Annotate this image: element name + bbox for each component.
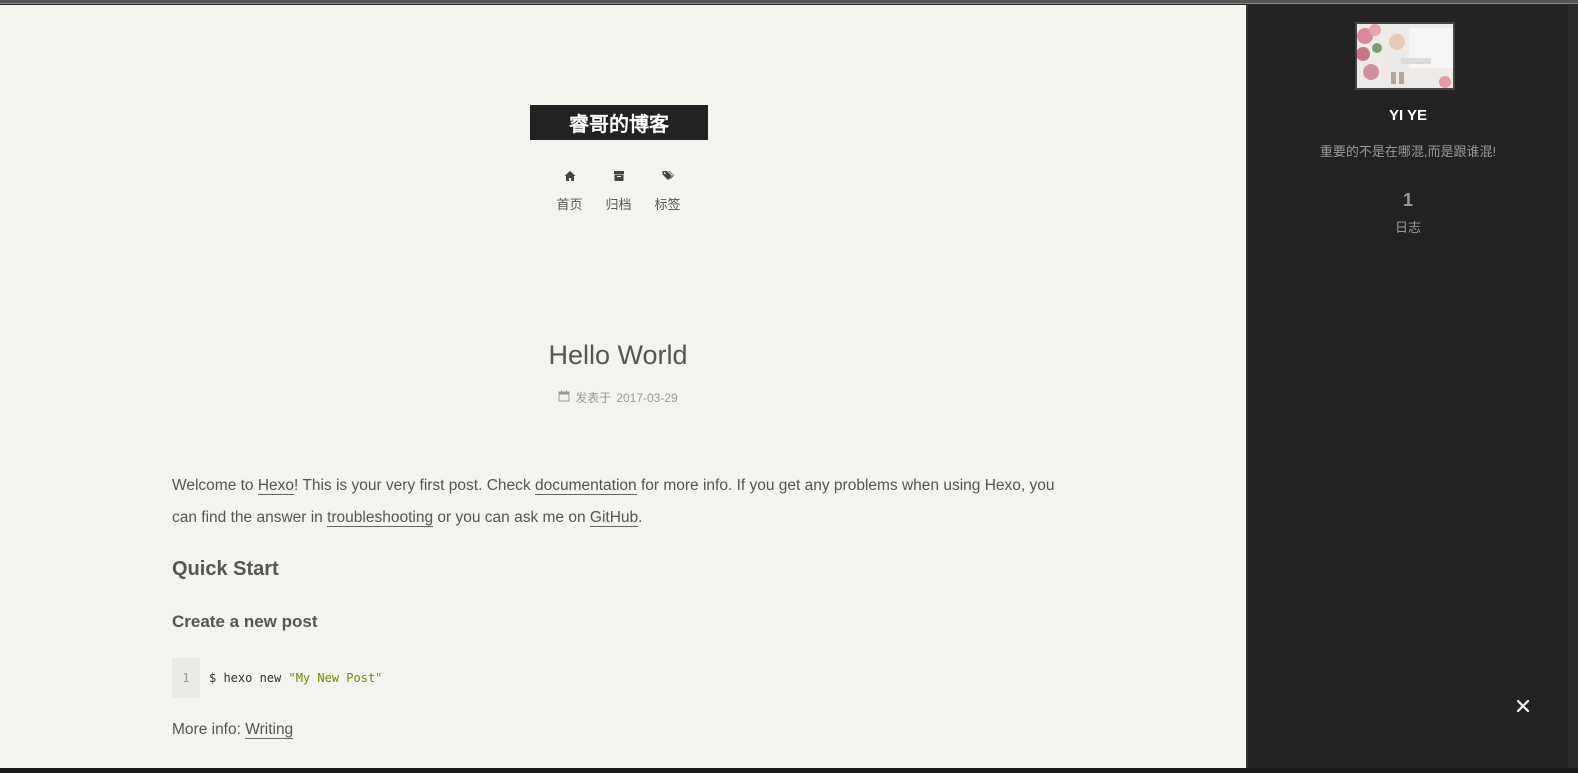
window-top-border [0,0,1578,4]
posts-label[interactable]: 日志 [1248,217,1568,236]
documentation-link[interactable]: documentation [534,477,637,495]
github-link[interactable]: GitHub [589,509,639,527]
sidebar: YI YE 重要的不是在哪混,而是跟谁混! 1 日志 [1246,5,1568,768]
home-icon [545,170,594,184]
nav-item-tags[interactable]: 标签 [643,170,692,213]
window-bottom-border [0,768,1578,773]
nav-label: 首页 [556,197,583,212]
code-block: 1 $ hexo new "My New Post" [172,658,1072,698]
code-command: $ hexo new [209,671,289,685]
nav-item-home[interactable]: 首页 [545,170,594,213]
hexo-link[interactable]: Hexo [257,477,295,495]
more-info: More info: Writing [172,714,1072,746]
avatar [1355,22,1455,90]
text: Welcome to [172,477,258,494]
site-title[interactable]: 睿哥的博客 [530,105,708,140]
nav-label: 归档 [605,197,632,212]
post-body: Welcome to Hexo! This is your very first… [172,470,1072,746]
scrollbar[interactable] [1568,5,1578,768]
post-meta-label: 发表于 [575,391,612,405]
author-name: YI YE [1388,107,1428,124]
post-date: 2017-03-29 [616,390,678,405]
heading-create-post: Create a new post [172,612,318,631]
nav-item-archive[interactable]: 归档 [594,170,643,213]
text: ! This is your very first post. Check [294,477,535,494]
tags-icon [643,170,692,184]
avatar-image [1357,24,1453,88]
post-title[interactable]: Hello World [0,340,1236,371]
troubleshooting-link[interactable]: troubleshooting [327,509,434,527]
text: . [638,509,643,526]
more-label: More info: [172,721,246,738]
intro-paragraph: Welcome to Hexo! This is your very first… [172,470,1072,534]
code-string: "My New Post" [288,671,383,685]
author-motto: 重要的不是在哪混,而是跟谁混! [1319,144,1497,159]
heading-quick-start: Quick Start [172,558,279,580]
posts-count[interactable]: 1 [1248,190,1568,211]
main-content: 睿哥的博客 首页 归档 标签 Hello World 发表于 2017-03-2… [0,5,1246,768]
close-icon[interactable] [1514,697,1532,715]
text: or you can ask me on [433,509,590,526]
calendar-icon [558,390,570,405]
writing-link[interactable]: Writing [245,721,294,739]
nav-label: 标签 [654,197,681,212]
archive-icon [594,170,643,184]
code-line-number: 1 [172,658,200,698]
main-nav: 首页 归档 标签 [545,170,692,213]
post-meta: 发表于 2017-03-29 [0,389,1236,406]
code-line: $ hexo new "My New Post" [200,658,382,698]
